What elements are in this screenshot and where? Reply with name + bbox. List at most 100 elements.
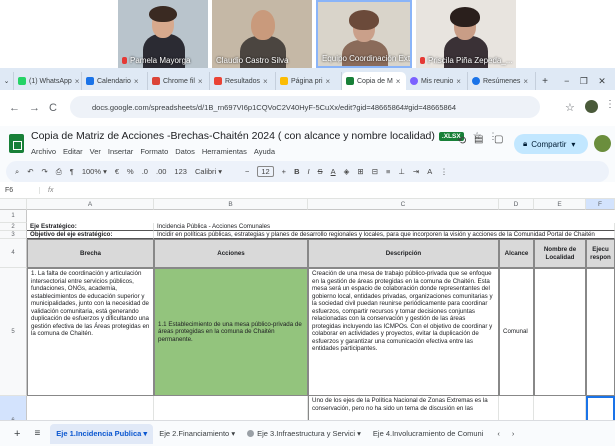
formula-input[interactable] <box>53 182 615 198</box>
font-size-decrease-button[interactable]: − <box>245 167 249 176</box>
redo-icon[interactable]: ↷ <box>42 167 48 176</box>
cell-e5[interactable] <box>534 268 586 396</box>
reload-button[interactable]: C <box>49 102 57 114</box>
cell-a2[interactable]: Eje Estratégico: <box>27 223 154 231</box>
account-avatar[interactable] <box>594 135 611 152</box>
document-title[interactable]: Copia de Matriz de Acciones -Brechas-Cha… <box>31 130 435 142</box>
strikethrough-button[interactable]: S <box>318 167 323 176</box>
zoom-select[interactable]: 100% ▾ <box>82 167 107 176</box>
sheets-logo-icon[interactable] <box>9 134 24 153</box>
cell-c5[interactable]: Creación de una mesa de trabajo público-… <box>308 268 499 396</box>
participant-tile[interactable]: Priscila Piña Zepeda_... <box>416 0 516 68</box>
row-header[interactable]: 1 <box>0 210 27 223</box>
column-header[interactable]: B <box>154 199 308 210</box>
row-header[interactable]: 3 <box>0 231 27 239</box>
header-ejecucion[interactable]: Ejecu respon <box>586 239 615 268</box>
cell-d5[interactable]: Comunal <box>499 268 534 396</box>
valign-icon[interactable]: ⊥ <box>398 167 405 176</box>
meet-present-icon[interactable]: ▢ <box>494 134 503 145</box>
merge-cells-icon[interactable]: ⊟ <box>372 167 378 176</box>
minimize-icon[interactable]: − <box>564 76 569 86</box>
menu-insertar[interactable]: Insertar <box>108 147 133 156</box>
cell-b2[interactable]: Incidencia Pública - Acciones Comunales <box>154 223 615 231</box>
all-sheets-icon[interactable]: ≡ <box>34 428 40 439</box>
paint-format-icon[interactable]: ¶ <box>70 167 74 176</box>
borders-icon[interactable]: ⊞ <box>357 167 363 176</box>
close-icon[interactable]: × <box>326 77 331 86</box>
rotate-icon[interactable]: A <box>427 167 432 176</box>
increase-decimal-button[interactable]: .00 <box>156 167 166 176</box>
number-format-button[interactable]: 123 <box>174 167 187 176</box>
menu-editar[interactable]: Editar <box>63 147 83 156</box>
header-acciones[interactable]: Acciones <box>154 239 308 268</box>
header-descripcion[interactable]: Descripción <box>308 239 499 268</box>
cell-a5[interactable]: 1. La falta de coordinación y articulaci… <box>27 268 154 396</box>
cell-b5[interactable]: 1.1 Establecimiento de una mesa público-… <box>154 268 308 396</box>
new-tab-button[interactable]: + <box>536 72 554 90</box>
bookmark-star-icon[interactable]: ☆ <box>565 101 575 114</box>
spreadsheet-grid[interactable]: A B C D E F 1 2 3 4 5 6 Eje Estratégico:… <box>0 199 615 446</box>
row-header[interactable]: 4 <box>0 239 27 268</box>
wrap-icon[interactable]: ⇥ <box>413 167 419 176</box>
browser-tab-active[interactable]: Copia de M × <box>342 72 406 90</box>
column-header[interactable]: C <box>308 199 499 210</box>
column-header[interactable]: E <box>534 199 586 210</box>
align-icon[interactable]: ≡ <box>386 167 390 176</box>
fill-color-icon[interactable]: ◈ <box>344 167 350 176</box>
participant-tile[interactable]: Claudio Castro Silva <box>212 0 312 68</box>
column-header-selected[interactable]: F <box>586 199 615 210</box>
font-select[interactable]: Calibri ▾ <box>195 167 237 176</box>
column-header[interactable]: D <box>499 199 534 210</box>
sheet-tab[interactable]: Eje 2.Financiamiento ▾ <box>153 424 241 444</box>
browser-tab[interactable]: (1) WhatsApp × <box>14 72 82 90</box>
browser-tab[interactable]: Resultados × <box>210 72 276 90</box>
header-alcance[interactable]: Alcance <box>499 239 534 268</box>
browser-tab[interactable]: Mis reunio × <box>406 72 468 90</box>
font-size-input[interactable]: 12 <box>257 166 274 177</box>
close-icon[interactable]: × <box>456 77 461 86</box>
corner-select-all[interactable] <box>0 199 27 210</box>
close-icon[interactable]: × <box>523 77 528 86</box>
close-icon[interactable]: × <box>396 77 401 86</box>
font-size-increase-button[interactable]: + <box>282 167 286 176</box>
close-icon[interactable]: × <box>263 77 268 86</box>
history-icon[interactable]: ⟲ <box>457 134 466 147</box>
scroll-tabs-right-icon[interactable]: › <box>512 429 515 438</box>
close-icon[interactable]: × <box>198 77 203 86</box>
search-menus-icon[interactable]: ⌕ <box>15 167 19 177</box>
menu-ayuda[interactable]: Ayuda <box>254 147 275 156</box>
participant-tile[interactable]: Pamela Mayorga <box>118 0 208 68</box>
menu-formato[interactable]: Formato <box>140 147 168 156</box>
add-sheet-button[interactable]: + <box>14 428 20 440</box>
row-header[interactable]: 2 <box>0 223 27 231</box>
sheet-tab[interactable]: Eje 4.Involucramiento de Comuni <box>367 424 489 444</box>
italic-button[interactable]: I <box>307 167 309 176</box>
share-button[interactable]: 🔒︎ Compartir ▾ <box>514 134 588 154</box>
header-brecha[interactable]: Brecha <box>27 239 154 268</box>
back-button[interactable]: ← <box>9 102 20 114</box>
percent-format-button[interactable]: % <box>127 167 134 176</box>
browser-tab[interactable]: Resúmenes × <box>468 72 536 90</box>
browser-tab[interactable]: Chrome fil × <box>148 72 210 90</box>
browser-tab[interactable]: Calendario × <box>82 72 148 90</box>
print-icon[interactable]: ⎙ <box>56 167 62 177</box>
close-icon[interactable]: × <box>134 77 139 86</box>
cell-f5[interactable] <box>586 268 615 396</box>
comments-icon[interactable]: ▤ <box>474 134 483 145</box>
menu-archivo[interactable]: Archivo <box>31 147 56 156</box>
close-icon[interactable]: × <box>75 77 80 86</box>
menu-ver[interactable]: Ver <box>90 147 101 156</box>
scroll-tabs-left-icon[interactable]: ‹ <box>497 429 500 438</box>
profile-avatar[interactable] <box>585 100 598 113</box>
url-field[interactable]: docs.google.com/spreadsheets/d/1B_rn697V… <box>70 96 540 118</box>
close-window-icon[interactable]: ✕ <box>598 76 606 87</box>
sheet-tab-active[interactable]: Eje 1.Incidencia Publica ▾ <box>50 423 154 444</box>
undo-icon[interactable]: ↶ <box>27 167 33 176</box>
more-tools-icon[interactable]: ⋮ <box>440 167 448 176</box>
text-color-button[interactable]: A <box>331 167 336 176</box>
browser-menu-icon[interactable]: ⋮ <box>605 99 615 110</box>
column-header[interactable]: A <box>27 199 154 210</box>
decrease-decimal-button[interactable]: .0 <box>142 167 148 176</box>
participant-tile-active[interactable]: Equipo Coordinación Ext... <box>316 0 412 68</box>
menu-datos[interactable]: Datos <box>175 147 195 156</box>
